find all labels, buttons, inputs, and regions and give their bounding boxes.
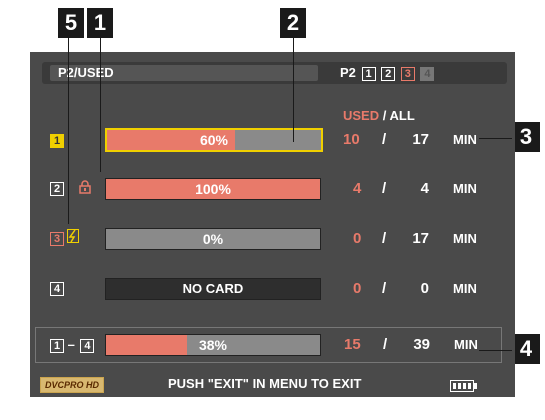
total-slash: / (383, 336, 388, 353)
exit-message: PUSH "EXIT" IN MENU TO EXIT (168, 376, 362, 391)
usage-text-4: NO CARD (182, 281, 244, 296)
unit-4: MIN (453, 281, 477, 296)
callout-4: 4 (512, 334, 540, 364)
battery-icon (450, 379, 478, 392)
total-range: 1 – 4 (50, 337, 95, 353)
slash-header: / (382, 108, 387, 123)
unit-3: MIN (453, 231, 477, 246)
usage-text-3: 0% (202, 231, 224, 247)
total-start: 1 (50, 339, 64, 353)
slot-label-1: 1 (50, 134, 64, 148)
callout-4-leader (479, 350, 512, 351)
dvcpro-hd-logo: DVCPRO HD (40, 377, 104, 393)
screen-title: P2/USED (50, 65, 318, 81)
callout-3: 3 (512, 122, 540, 152)
total-usage-text: 38% (198, 337, 228, 353)
slot-label-2: 2 (50, 182, 64, 196)
all-value-4: 0 (420, 280, 429, 297)
total-all: 39 (413, 336, 430, 353)
slot-label-3: 3 (50, 232, 64, 246)
usage-text-2: 100% (195, 181, 231, 197)
total-usage-bar: 38% (105, 334, 321, 356)
callout-5: 5 (58, 8, 84, 38)
lock-icon (79, 180, 91, 194)
warning-icon (67, 229, 79, 243)
all-header: ALL (389, 108, 415, 123)
used-value-4: 0 (353, 280, 362, 297)
total-dash: – (67, 337, 75, 352)
total-unit: MIN (454, 337, 478, 352)
unit-2: MIN (453, 181, 477, 196)
screen-header: P2/USED P2 1 2 3 4 (42, 62, 507, 84)
column-headers: USED / ALL (343, 108, 415, 123)
callout-5-leader (68, 38, 69, 224)
slash-1: / (382, 131, 387, 148)
unit-1: MIN (453, 132, 477, 147)
callout-2: 2 (280, 8, 306, 38)
all-value-2: 4 (420, 180, 429, 197)
usage-text-1: 60% (199, 132, 229, 148)
usage-bar-2: 100% (105, 178, 321, 200)
slash-3: / (382, 230, 387, 247)
usage-bar-3: 0% (105, 228, 321, 250)
slot-label-4: 4 (50, 282, 64, 296)
slot-indicator-4: 4 (420, 67, 435, 81)
total-used: 15 (344, 336, 361, 353)
slash-2: / (382, 180, 387, 197)
usage-bar-4: NO CARD (105, 278, 321, 300)
slot-indicator-3: 3 (400, 67, 415, 81)
callout-3-leader (479, 138, 512, 139)
p2-label: P2 (340, 65, 356, 80)
slot-indicator-1: 1 (361, 67, 376, 81)
slash-4: / (382, 280, 387, 297)
callout-2-leader (293, 38, 294, 142)
used-value-2: 4 (353, 180, 362, 197)
callout-1: 1 (87, 8, 113, 38)
used-header: USED (343, 108, 380, 123)
p2-used-screen: P2/USED P2 1 2 3 4 USED / ALL 1 60% 10 /… (30, 52, 515, 397)
all-value-1: 17 (412, 131, 429, 148)
used-value-3: 0 (353, 230, 362, 247)
total-end: 4 (80, 339, 95, 353)
all-value-3: 17 (412, 230, 429, 247)
callout-1-leader (100, 38, 101, 172)
usage-bar-1: 60% (105, 128, 323, 152)
total-row: 1 – 4 38% 15 / 39 MIN (35, 327, 502, 363)
used-value-1: 10 (343, 131, 360, 148)
p2-slot-indicator: P2 1 2 3 4 (340, 65, 435, 81)
slot-indicator-2: 2 (381, 67, 396, 81)
